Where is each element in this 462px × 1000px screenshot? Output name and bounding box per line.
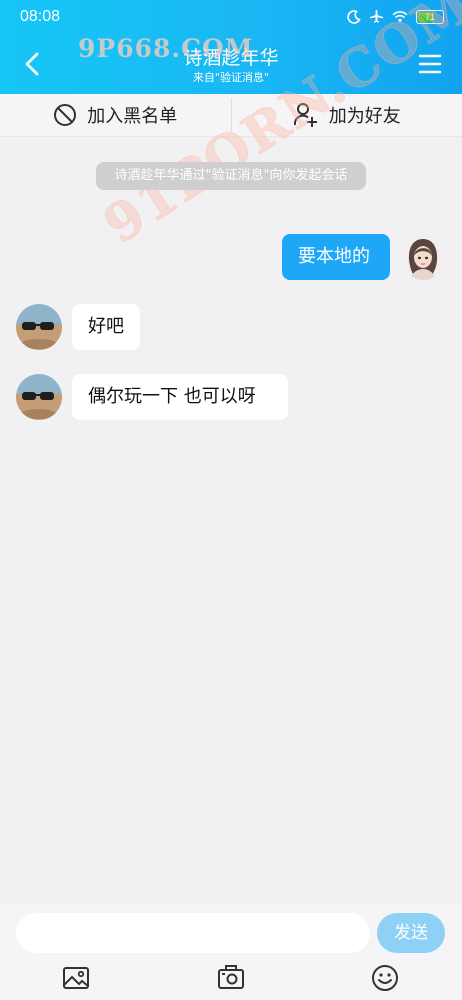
status-bar: 08:08 71	[0, 0, 462, 34]
add-friend-button[interactable]: 加为好友	[232, 94, 462, 136]
emoji-icon[interactable]	[370, 963, 400, 993]
page-subtitle: 来自"验证消息"	[192, 71, 270, 84]
wifi-icon	[392, 11, 408, 23]
status-time: 08:08	[20, 8, 61, 25]
add-user-icon	[293, 103, 317, 127]
send-button[interactable]: 发送	[377, 913, 445, 953]
message-bubble-outgoing[interactable]: 要本地的	[282, 234, 390, 280]
airplane-icon	[369, 9, 384, 23]
add-to-blacklist-label: 加入黑名单	[87, 106, 178, 127]
system-notice: 诗酒趁年华通过"验证消息"向你发起会话	[96, 162, 366, 190]
battery-icon: 71	[416, 9, 444, 24]
composer: 发送	[0, 903, 462, 1000]
message-bubble-incoming[interactable]: 好吧	[72, 304, 140, 350]
moon-icon	[347, 9, 361, 24]
header: 08:08 71 诗酒趁年华 来自"验证消息"	[0, 0, 462, 94]
message-input[interactable]	[16, 913, 370, 953]
my-avatar[interactable]	[400, 234, 446, 280]
block-icon	[54, 104, 77, 126]
contact-avatar[interactable]	[16, 304, 62, 350]
hamburger-menu-icon[interactable]	[418, 52, 442, 76]
add-friend-label: 加为好友	[328, 106, 401, 127]
status-icons: 71	[347, 9, 444, 24]
message-bubble-incoming[interactable]: 偶尔玩一下 也可以呀	[72, 374, 288, 420]
page-title: 诗酒趁年华	[183, 47, 279, 69]
camera-icon[interactable]	[216, 963, 246, 993]
add-to-blacklist-button[interactable]: 加入黑名单	[0, 94, 231, 136]
action-bar: 加入黑名单 加为好友	[0, 94, 462, 137]
battery-level: 71	[424, 11, 435, 22]
contact-avatar[interactable]	[16, 374, 62, 420]
image-icon[interactable]	[61, 963, 91, 993]
